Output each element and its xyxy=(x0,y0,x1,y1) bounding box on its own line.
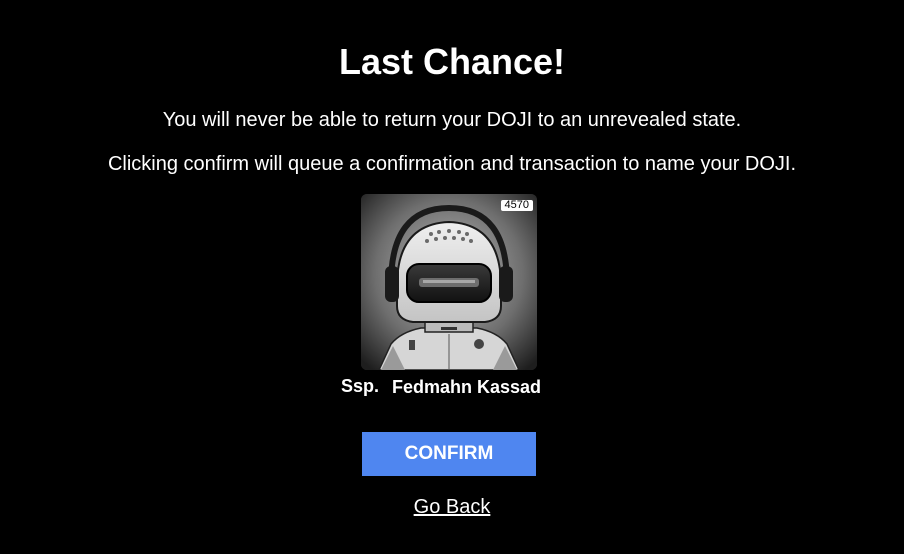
go-back-link[interactable]: Go Back xyxy=(414,496,491,518)
token-number-badge: 4570 xyxy=(500,200,533,211)
name-prefix: Ssp. xyxy=(341,376,380,396)
doji-name: Fedmahn Kassad xyxy=(392,377,542,397)
warning-text: You will never be able to return your DO… xyxy=(162,109,742,131)
go-back-container: Go Back xyxy=(0,495,904,519)
doji-card: 4570 xyxy=(361,194,537,370)
doji-name-row: Ssp. Fedmahn Kassad xyxy=(0,374,904,400)
page-title: Last Chance! xyxy=(338,41,566,82)
info-text: Clicking confirm will queue a confirmati… xyxy=(107,153,797,175)
robot-helmet-with-headphones-icon xyxy=(361,194,537,370)
confirm-button[interactable]: CONFIRM xyxy=(362,432,536,476)
